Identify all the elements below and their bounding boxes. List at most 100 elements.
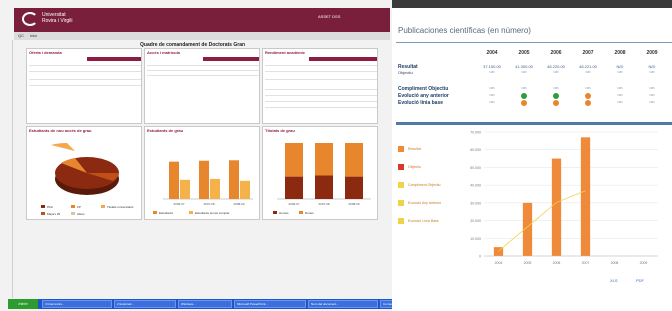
- y-tick-label: 0: [479, 255, 481, 259]
- legend-label: FP: [77, 205, 81, 209]
- right-monitor: Publicaciones científicas (en número) 20…: [392, 0, 672, 311]
- bar: [169, 161, 179, 199]
- taskbar-item[interactable]: Correu - Mozilla Thun...: [380, 300, 392, 308]
- legend-label: Majors 25: [47, 212, 61, 216]
- windows-taskbar: Inicio 3 Internet Ex... 2 Explorad... Wi…: [8, 299, 392, 309]
- legend-swatch: [299, 211, 303, 214]
- legend-swatch: [71, 212, 75, 215]
- x-tick-label: 2005: [524, 261, 532, 265]
- x-tick-label: 2009: [640, 261, 648, 265]
- x-tick-label: 2008-09: [233, 202, 244, 206]
- table-row: [265, 65, 377, 66]
- panel-title: Accés i matrícula: [147, 50, 180, 55]
- table-row: [147, 65, 259, 66]
- y-tick-label: 30.000: [470, 201, 481, 205]
- legend-swatch: [101, 205, 105, 208]
- panel-estudiants-grau: Estudiants de grau 2006-07 2007-08 2008-09…: [144, 126, 260, 220]
- export-pdf-link[interactable]: PDF: [636, 278, 644, 283]
- bar: [199, 160, 209, 199]
- table-row: [147, 75, 259, 76]
- stacked-bar-segment: [315, 143, 333, 176]
- breadcrumb-item[interactable]: QC: [18, 33, 24, 38]
- left-monitor: Universitat Rovira i Virgili ASSET DSS Q…: [0, 0, 392, 311]
- panel-title: Estudiants de grau: [147, 128, 184, 133]
- start-button[interactable]: Inicio: [8, 299, 38, 309]
- table-header: [87, 57, 141, 61]
- bar: [551, 158, 562, 256]
- table-header: [309, 57, 377, 61]
- pie-chart: [51, 142, 119, 195]
- legend-swatch: [153, 211, 157, 214]
- pie-slice-titulats: [51, 142, 75, 151]
- stacked-bar-segment: [285, 143, 303, 177]
- bar: [240, 180, 250, 199]
- x-tick-label: 2006: [553, 261, 561, 265]
- x-tick-label: 2006-07: [173, 202, 184, 206]
- stacked-bar-segment: [345, 176, 363, 199]
- table-row: [29, 71, 141, 72]
- x-tick-label: 2007-08: [318, 202, 329, 206]
- stacked-bar-chart-titulats: 2006-07 2007-08 2008-09: [277, 143, 371, 206]
- x-tick-label: 2006-07: [288, 202, 299, 206]
- panel-acces: Accés i matrícula: [144, 48, 260, 124]
- taskbar-item[interactable]: Windows...: [178, 300, 232, 308]
- table-row: [265, 89, 377, 90]
- publications-chart: 0 10.000 20.000 30.000 40.000 50.000 60.000 70.…: [470, 131, 658, 265]
- bar: [580, 137, 591, 256]
- y-tick-label: 10.000: [470, 237, 481, 241]
- export-xls-link[interactable]: XLS: [610, 278, 618, 283]
- legend-swatch: [41, 205, 45, 208]
- y-tick-label: 40.000: [470, 184, 481, 188]
- legend-label: Altres: [77, 212, 85, 216]
- table-row: [265, 95, 377, 96]
- breadcrumb-item[interactable]: Inici: [30, 33, 37, 38]
- x-tick-label: 2004: [495, 261, 503, 265]
- legend-label: Dones: [305, 211, 314, 215]
- table-row: [265, 107, 377, 108]
- legend-label: PAU: [47, 205, 53, 209]
- series-line: [498, 190, 586, 252]
- y-tick-label: 70.000: [470, 131, 481, 135]
- table-row: [265, 101, 377, 102]
- table-row: [29, 85, 141, 86]
- y-tick-label: 20.000: [470, 219, 481, 223]
- panel-title: Rendiment acadèmic: [265, 50, 306, 55]
- x-tick-label: 2008: [611, 261, 619, 265]
- legend-swatch: [189, 211, 193, 214]
- legend-label: Homes: [279, 211, 289, 215]
- university-logo: [22, 12, 38, 26]
- panel-title: Oferta i demanda: [29, 50, 62, 55]
- panel-estudiants-acces: Estudiants de nou accés de grau PAU FP T…: [26, 126, 142, 220]
- legend-swatch: [71, 205, 75, 208]
- table-row: [29, 79, 141, 80]
- bar: [229, 160, 239, 199]
- legend-swatch: [273, 211, 277, 214]
- stacked-bar-segment: [285, 176, 303, 199]
- table-row: [147, 70, 259, 71]
- window-edge: [12, 40, 13, 298]
- panel-titulats: Títulats de grau 2006-07 2007-08 2008-09 H…: [262, 126, 378, 220]
- legend-swatch: [41, 212, 45, 215]
- stacked-bar-segment: [345, 143, 363, 177]
- stacked-bar-segment: [315, 175, 333, 199]
- legend-label: Estudiants temps complet: [195, 211, 230, 215]
- panel-title: Títulats de grau: [265, 128, 295, 133]
- x-tick-label: 2008-09: [348, 202, 359, 206]
- panel-title: Estudiants de nou accés de grau: [29, 128, 92, 133]
- university-name-line2: Rovira i Virgili: [42, 18, 73, 24]
- table-header: [203, 57, 259, 61]
- taskbar-item[interactable]: 3 Internet Ex...: [42, 300, 112, 308]
- taskbar-item[interactable]: Microsoft PowerPoint...: [234, 300, 306, 308]
- table-row: [29, 65, 141, 66]
- y-tick-label: 50.000: [470, 166, 481, 170]
- table-row: [265, 71, 377, 72]
- bar-chart-estudiants: 2006-07 2007-08 2008-09: [163, 160, 253, 206]
- header-right-text[interactable]: ASSET DSS: [318, 14, 340, 19]
- panel-rendiment: Rendiment acadèmic: [262, 48, 378, 124]
- x-tick-label: 2007-08: [203, 202, 214, 206]
- taskbar-item[interactable]: Nom del document...: [308, 300, 378, 308]
- taskbar-item[interactable]: 2 Explorad...: [114, 300, 176, 308]
- bar: [210, 178, 220, 199]
- bar: [180, 179, 190, 199]
- legend-label: Titulats universitaris: [107, 205, 134, 209]
